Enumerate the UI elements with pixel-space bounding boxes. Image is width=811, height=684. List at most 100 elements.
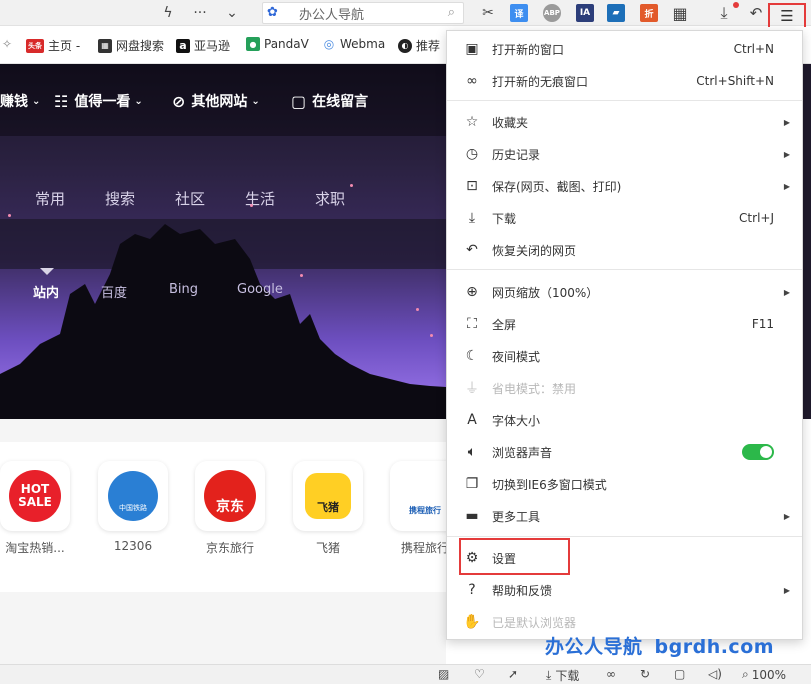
menu-label: 帮助和反馈: [492, 583, 553, 598]
railway-icon: 中国铁路: [108, 471, 158, 521]
menu-item-browser-sound[interactable]: 🔈︎ 浏览器声音: [447, 436, 802, 468]
ia-icon[interactable]: IA: [576, 4, 594, 22]
download-icon[interactable]: ⤓: [714, 3, 734, 23]
menu-item-restore-closed[interactable]: ↶ 恢复关闭的网页: [447, 234, 802, 266]
category-tab[interactable]: 求职: [315, 188, 345, 209]
menu-label: 全屏: [492, 317, 517, 332]
engine-tab-baidu[interactable]: 百度: [101, 282, 127, 301]
book-icon[interactable]: ▰: [607, 4, 625, 22]
bookmark-label: 主页 -: [48, 39, 81, 53]
address-search-box[interactable]: ✿ 办公人导航 ⌕: [262, 2, 464, 24]
bookmark-label: 亚马逊: [194, 39, 231, 53]
panda-icon: ●: [246, 37, 260, 51]
menu-item-fullscreen[interactable]: ⛶ 全屏 F11: [447, 308, 802, 340]
tile-taobao-hot[interactable]: HOT SALE 淘宝热销...: [0, 461, 70, 556]
tile-icon-box: 飞猪: [293, 461, 363, 531]
menu-item-download[interactable]: ⤓ 下载 Ctrl+J: [447, 202, 802, 234]
bookmark-pandav[interactable]: ● PandaV: [246, 37, 309, 51]
fullscreen-icon: ⛶: [467, 316, 477, 332]
lightning-icon[interactable]: ϟ: [158, 3, 178, 23]
nav-other-sites[interactable]: ⊘ 其他网站 ⌄: [172, 91, 260, 111]
menu-separator: [447, 269, 802, 270]
nav-label: 其他网站: [191, 94, 248, 110]
category-tab[interactable]: 常用: [35, 188, 65, 209]
recommend-icon: ◐: [398, 38, 412, 53]
search-icon[interactable]: ⌕: [448, 5, 455, 20]
menu-item-save[interactable]: ⊡ 保存(网页、截图、打印) ▶: [447, 170, 802, 202]
undo-icon[interactable]: ↶: [746, 3, 766, 23]
menu-item-new-window[interactable]: ▣ 打开新的窗口 Ctrl+N: [447, 33, 802, 65]
menu-item-new-incognito-window[interactable]: ∞ 打开新的无痕窗口 Ctrl+Shift+N: [447, 65, 802, 97]
restore-icon: ↶: [466, 242, 478, 258]
statusbar-download[interactable]: ⤓ 下载: [546, 667, 579, 684]
more-icon[interactable]: ···: [190, 3, 210, 23]
globe-icon: ◎: [322, 37, 336, 51]
health-icon[interactable]: ♡: [474, 667, 485, 681]
bookmark-netdisk-search[interactable]: ▦ 网盘搜索: [98, 37, 164, 54]
nav-worth-seeing[interactable]: ☷ 值得一看 ⌄: [54, 91, 143, 111]
chevron-down-icon: ⌄: [32, 95, 41, 107]
amazon-icon: a: [176, 38, 190, 53]
bookmark-amazon[interactable]: a 亚马逊: [176, 37, 230, 54]
menu-item-ie6-mode[interactable]: ❐ 切换到IE6多窗口模式: [447, 468, 802, 500]
adblock-icon[interactable]: ABP: [543, 4, 561, 22]
tile-jd-travel[interactable]: 京东 京东旅行: [195, 461, 265, 556]
incognito-icon[interactable]: ∞: [606, 667, 616, 681]
bookmark-recommend[interactable]: ◐ 推荐: [398, 37, 440, 54]
menu-item-night-mode[interactable]: ☾ 夜间模式: [447, 340, 802, 372]
window-icon[interactable]: ▢: [674, 667, 685, 681]
nav-label: 赚钱: [0, 94, 28, 110]
bookmark-webmaster[interactable]: ◎ Webma: [322, 37, 385, 51]
chevron-down-icon[interactable]: ⌄: [222, 3, 242, 23]
grid-apps-icon[interactable]: ▦: [670, 3, 690, 23]
menu-item-zoom[interactable]: ⊕ 网页缩放（100%） ▶: [447, 276, 802, 308]
discount-icon[interactable]: 折: [640, 4, 658, 22]
translate-icon[interactable]: 译: [510, 4, 528, 22]
submenu-arrow-icon: ▶: [783, 149, 790, 159]
image-icon[interactable]: ▨: [438, 667, 449, 681]
menu-shortcut: F11: [751, 317, 774, 331]
ie6-mode-icon: ❐: [465, 476, 479, 492]
chevron-down-icon: ⌄: [251, 95, 260, 107]
sound-toggle[interactable]: [742, 444, 774, 460]
volume-icon[interactable]: ◁): [708, 667, 722, 681]
menu-item-favorites[interactable]: ☆ 收藏夹 ▶: [447, 106, 802, 138]
statusbar-zoom[interactable]: ⌕ 100%: [742, 667, 786, 682]
jd-icon: 京东: [204, 470, 256, 522]
nav-earn-money[interactable]: 赚钱 ⌄: [0, 91, 40, 111]
engine-tab-google[interactable]: Google: [237, 282, 283, 297]
menu-item-more-tools[interactable]: ▬ 更多工具 ▶: [447, 500, 802, 532]
new-window-icon: ▣: [465, 41, 479, 57]
menu-item-help-feedback[interactable]: ? 帮助和反馈 ▶: [447, 574, 802, 606]
fliggy-icon: 飞猪: [305, 473, 351, 519]
bookmark-home[interactable]: 头条 主页 -: [26, 37, 80, 54]
menu-separator: [447, 100, 802, 101]
engine-tab-bing[interactable]: Bing: [169, 282, 198, 297]
refresh-icon[interactable]: ↻: [640, 667, 650, 681]
engine-tab-site[interactable]: 站内: [33, 282, 59, 301]
menu-item-font-size[interactable]: A 字体大小: [447, 404, 802, 436]
bookmark-scroll-icon[interactable]: ✧: [2, 37, 12, 51]
watermark: 办公人导航 bgrdh.com: [545, 632, 774, 659]
menu-item-history[interactable]: ◷ 历史记录 ▶: [447, 138, 802, 170]
tile-fliggy[interactable]: 飞猪 飞猪: [293, 461, 363, 556]
rocket-icon[interactable]: ➚: [508, 667, 518, 681]
tile-label: 飞猪: [315, 541, 340, 555]
tile-12306[interactable]: 中国铁路 12306: [98, 461, 168, 553]
nav-message-board[interactable]: ▢ 在线留言: [291, 91, 368, 111]
grid-icon: ▦: [98, 38, 112, 53]
menu-label: 夜间模式: [492, 349, 541, 364]
scissors-icon[interactable]: ✂: [478, 3, 498, 23]
zoom-icon: ⊕: [466, 284, 478, 300]
category-tab[interactable]: 搜索: [105, 188, 135, 209]
tile-label: 携程旅行: [400, 541, 449, 555]
bookmark-label: 网盘搜索: [116, 39, 165, 53]
menu-shortcut: Ctrl+J: [739, 211, 774, 225]
statusbar-download-label: 下载: [555, 669, 580, 683]
menu-label: 历史记录: [492, 147, 541, 162]
category-tab[interactable]: 社区: [175, 188, 205, 209]
toolbox-icon: ▬: [465, 508, 479, 524]
submenu-arrow-icon: ▶: [783, 181, 790, 191]
submenu-arrow-icon: ▶: [783, 511, 790, 521]
history-icon: ◷: [465, 146, 479, 162]
